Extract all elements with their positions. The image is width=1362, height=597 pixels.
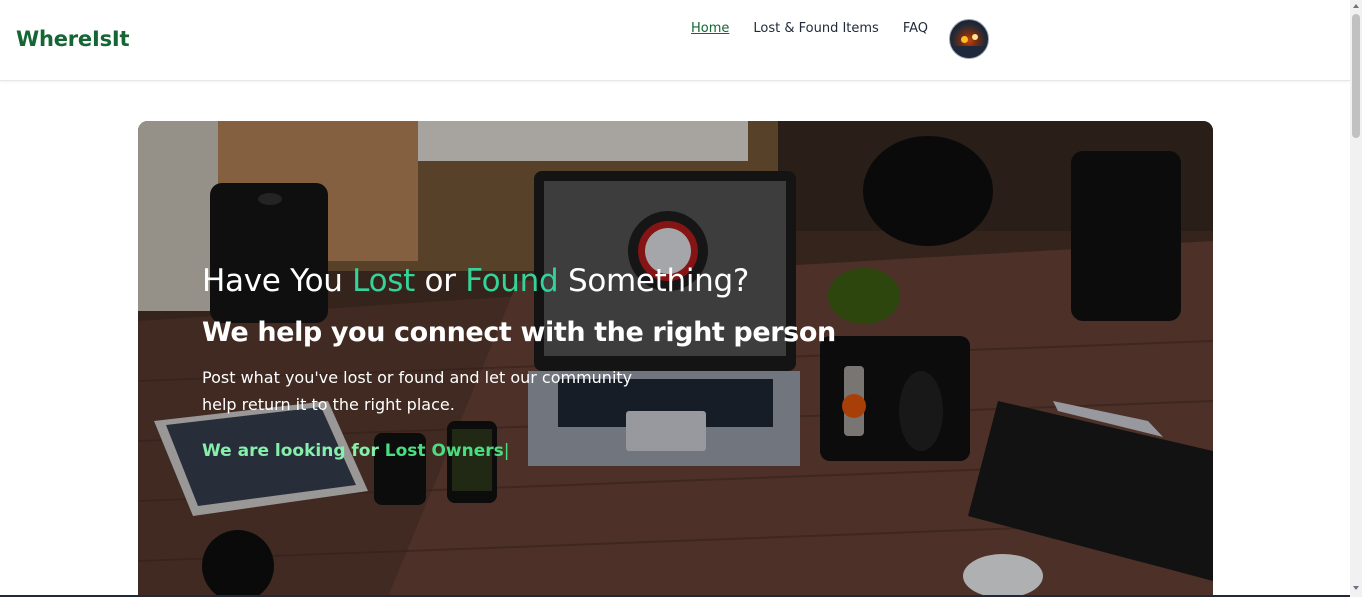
user-avatar[interactable] [949, 19, 989, 59]
hero-description: Post what you've lost or found and let o… [202, 368, 633, 414]
typing-text: We are looking for Lost Owners| [202, 441, 902, 461]
scroll-down-arrow-icon[interactable] [1353, 586, 1359, 590]
avatar-light-2 [972, 34, 978, 40]
nav-link-lost-found-items[interactable]: Lost & Found Items [753, 21, 878, 36]
headline-start: Have You [202, 263, 353, 299]
headline-lost-word: Lost [352, 263, 415, 299]
scroll-up-arrow-icon[interactable] [1353, 4, 1359, 8]
avatar-light-1 [961, 36, 968, 43]
hero-subheadline: We help you connect with the right perso… [202, 317, 836, 348]
nav-link-faq[interactable]: FAQ [903, 21, 928, 36]
vertical-scrollbar[interactable] [1350, 0, 1362, 597]
headline-end: Something? [558, 263, 750, 299]
headline-or: or [414, 263, 466, 299]
hero-banner: Have You Lost or Found Something? We hel… [138, 121, 1213, 597]
avatar-ground [950, 46, 988, 58]
nav-links: Home Lost & Found Items FAQ [691, 21, 952, 36]
nav-link-home[interactable]: Home [691, 21, 729, 36]
typing-word: Lost Owners [384, 441, 504, 461]
typing-prefix: We are looking for [202, 441, 385, 461]
navbar: WhereIsIt Home Lost & Found Items FAQ [0, 0, 1350, 81]
typing-cursor: | [503, 441, 510, 461]
scrollbar-thumb[interactable] [1352, 14, 1360, 138]
hero-content: Have You Lost or Found Something? We hel… [202, 263, 902, 461]
brand-logo[interactable]: WhereIsIt [16, 27, 130, 51]
headline-found-word: Found [465, 263, 559, 299]
hero-headline: Have You Lost or Found Something? [202, 263, 902, 299]
